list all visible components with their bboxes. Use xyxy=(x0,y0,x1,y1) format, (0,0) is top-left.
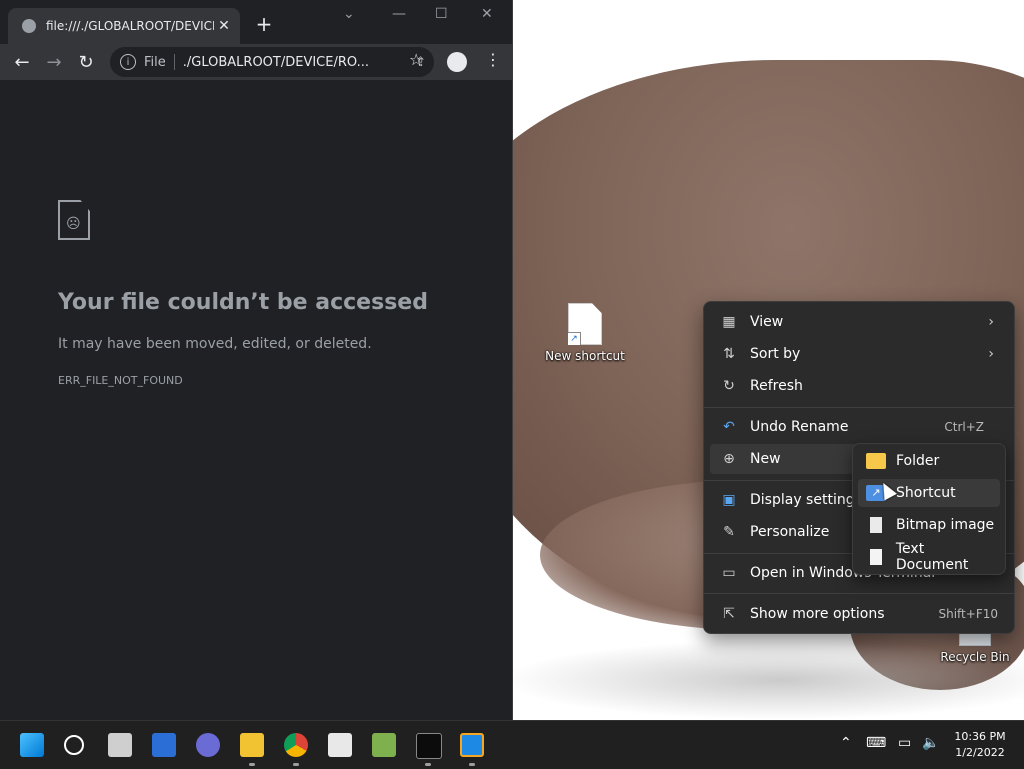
submenu-item-shortcut[interactable]: ↗ Shortcut xyxy=(858,479,1000,507)
taskbar: ⌃ ⌨ ▭ 🔈 10:36 PM 1/2/2022 xyxy=(0,720,1024,769)
menu-item-label: Show more options xyxy=(750,606,885,622)
chrome-icon[interactable] xyxy=(284,733,308,757)
sort-icon: ⇅ xyxy=(723,346,735,362)
keyboard-icon[interactable]: ⌨ xyxy=(866,735,886,751)
clock[interactable]: 10:36 PM 1/2/2022 xyxy=(944,729,1016,761)
menu-item-new[interactable]: ⊕ New xyxy=(710,444,858,474)
profile-avatar-icon[interactable] xyxy=(447,52,467,72)
menu-item-label: View xyxy=(750,314,784,330)
url-separator xyxy=(173,54,175,70)
menu-item-shortcut: Shift+F10 xyxy=(938,607,998,621)
view-grid-icon: ▦ xyxy=(722,314,736,330)
error-title: Your file couldn’t be accessed xyxy=(58,290,428,315)
file-explorer-icon[interactable] xyxy=(240,733,264,757)
brush-icon: ✎ xyxy=(723,524,735,540)
submenu-item-label: Shortcut xyxy=(896,485,956,501)
menu-item-undo-rename[interactable]: ↶ Undo Rename Ctrl+Z xyxy=(710,412,1008,442)
info-icon[interactable]: i xyxy=(120,54,136,70)
terminal-icon: ▭ xyxy=(722,565,736,581)
minimize-icon[interactable]: — xyxy=(392,6,406,22)
submenu-item-label: Folder xyxy=(896,453,940,469)
folder-icon xyxy=(866,453,886,469)
submenu-item-bitmap[interactable]: Bitmap image xyxy=(858,511,1000,539)
running-indicator xyxy=(425,763,431,766)
volume-icon[interactable]: 🔈 xyxy=(922,735,939,751)
menu-item-view[interactable]: ▦ View › xyxy=(710,307,1008,337)
browser-tab[interactable]: file:///./GLOBALROOT/DEVICE/R ✕ xyxy=(8,8,240,44)
text-document-icon xyxy=(870,549,882,565)
clock-time: 10:36 PM xyxy=(954,730,1006,743)
chat-icon[interactable] xyxy=(196,733,220,757)
globe-icon xyxy=(22,19,36,33)
shortcut-arrow-icon: ↗ xyxy=(568,332,581,345)
menu-item-refresh[interactable]: ↻ Refresh xyxy=(710,371,1008,401)
widgets-icon[interactable] xyxy=(152,733,176,757)
back-icon[interactable]: ← xyxy=(6,52,38,73)
reload-icon[interactable]: ↻ xyxy=(70,52,102,73)
error-description: It may have been moved, edited, or delet… xyxy=(58,336,372,352)
menu-item-label: Refresh xyxy=(750,378,803,394)
url-text: ./GLOBALROOT/DEVICE/RO... xyxy=(182,54,369,70)
bitmap-icon xyxy=(870,517,882,533)
new-tab-button[interactable]: + xyxy=(254,12,274,36)
menu-item-label: Undo Rename xyxy=(750,419,849,435)
close-window-icon[interactable]: ✕ xyxy=(481,6,493,22)
url-scheme-label: File xyxy=(144,54,166,70)
submenu-item-label: Bitmap image xyxy=(896,517,995,533)
new-submenu: Folder ↗ Shortcut Bitmap image Text Docu… xyxy=(852,443,1006,575)
clock-date: 1/2/2022 xyxy=(955,746,1005,759)
display-icon: ▣ xyxy=(722,492,736,508)
menu-separator xyxy=(704,407,1014,408)
network-icon[interactable]: ▭ xyxy=(898,735,911,751)
desktop-icon-label: New shortcut xyxy=(545,349,625,363)
browser-window: file:///./GLOBALROOT/DEVICE/R ✕ + ⌄ — ☐ … xyxy=(0,0,513,720)
desktop-icon-label: Recycle Bin xyxy=(940,650,1010,664)
tab-close-icon[interactable]: ✕ xyxy=(214,18,234,34)
refresh-icon: ↻ xyxy=(723,378,735,394)
running-indicator xyxy=(469,763,475,766)
menu-item-label: New xyxy=(750,451,781,467)
submenu-item-label: Text Document xyxy=(895,541,969,573)
chevron-up-icon[interactable]: ⌃ xyxy=(840,735,852,751)
menu-item-show-more-options[interactable]: ⇱ Show more options Shift+F10 xyxy=(710,599,1008,629)
tab-strip: file:///./GLOBALROOT/DEVICE/R ✕ + ⌄ — ☐ … xyxy=(0,0,512,44)
address-bar[interactable]: i File ./GLOBALROOT/DEVICE/RO... ⇪ xyxy=(110,47,434,77)
browser-toolbar: ← → ↻ i File ./GLOBALROOT/DEVICE/RO... ⇪… xyxy=(0,44,512,80)
search-icon[interactable] xyxy=(64,735,84,755)
error-code: ERR_FILE_NOT_FOUND xyxy=(58,374,183,387)
maximize-icon[interactable]: ☐ xyxy=(435,6,448,22)
sad-face-glyph: ☹ xyxy=(66,216,81,232)
bookmark-star-icon[interactable]: ☆ xyxy=(409,50,423,69)
desktop-icon-new-shortcut[interactable]: ↗ New shortcut xyxy=(540,303,630,363)
tab-search-icon[interactable]: ⌄ xyxy=(343,6,355,22)
start-icon[interactable] xyxy=(20,733,44,757)
forward-icon[interactable]: → xyxy=(38,52,70,73)
chevron-right-icon: › xyxy=(988,346,994,362)
menu-kebab-icon[interactable]: ⋮ xyxy=(485,50,501,69)
store-icon[interactable] xyxy=(328,733,352,757)
task-view-icon[interactable] xyxy=(108,733,132,757)
undo-icon: ↶ xyxy=(723,419,735,435)
running-indicator xyxy=(293,763,299,766)
virtualbox-icon[interactable] xyxy=(460,733,484,757)
terminal-app-icon[interactable] xyxy=(416,733,442,759)
menu-item-shortcut: Ctrl+Z xyxy=(944,420,984,434)
submenu-item-folder[interactable]: Folder xyxy=(858,447,1000,475)
running-indicator xyxy=(249,763,255,766)
menu-separator xyxy=(704,593,1014,594)
new-plus-icon: ⊕ xyxy=(723,451,735,467)
shortcut-file-icon: ↗ xyxy=(568,303,602,345)
tab-title: file:///./GLOBALROOT/DEVICE/R xyxy=(46,19,214,33)
menu-item-label: Sort by xyxy=(750,346,801,362)
page-content: ☹ Your file couldn’t be accessed It may … xyxy=(0,80,512,720)
installer-icon[interactable] xyxy=(372,733,396,757)
menu-item-sort-by[interactable]: ⇅ Sort by › xyxy=(710,339,1008,369)
share-icon: ⇱ xyxy=(723,606,735,622)
chevron-right-icon: › xyxy=(988,314,994,330)
submenu-item-text-document[interactable]: Text Document xyxy=(858,541,1000,573)
